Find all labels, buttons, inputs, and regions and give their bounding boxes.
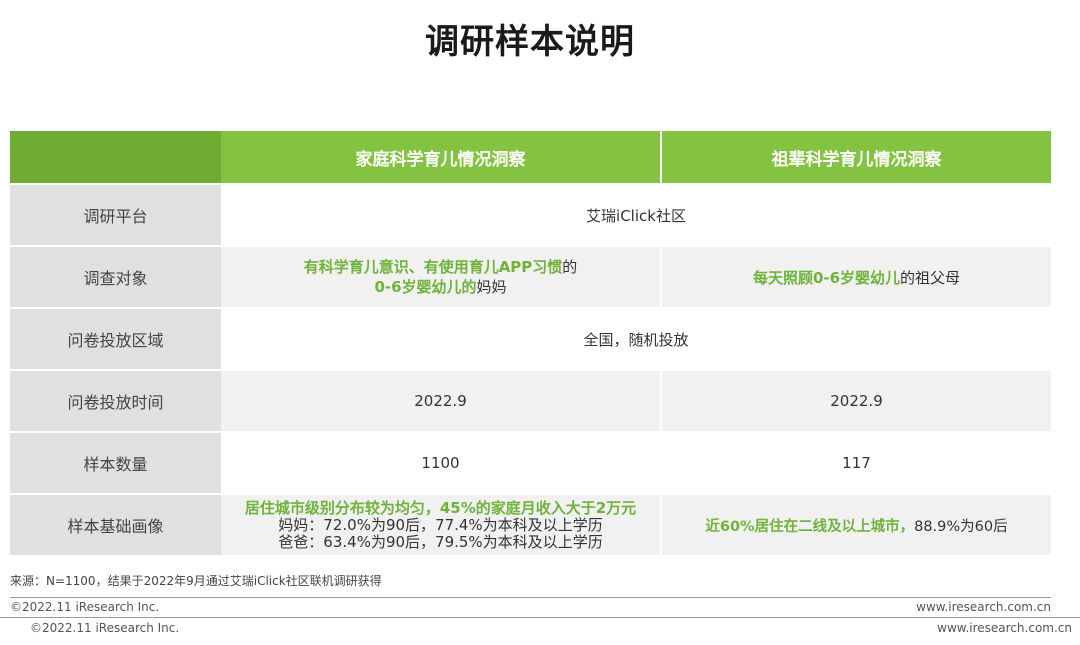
time-grandparent-value: 2022.9 [660, 369, 1051, 432]
footer-divider-top [10, 597, 1051, 598]
target-family-cell: 有科学育儿意识、有使用育儿APP习惯的 0-6岁婴幼儿的妈妈 [221, 245, 661, 308]
profile-family-line3: 爸爸：63.4%为90后，79.5%为本科及以上学历 [278, 532, 603, 551]
table-row: 调研平台 艾瑞iClick社区 [10, 183, 1051, 246]
row-label-time: 问卷投放时间 [10, 369, 221, 432]
page-title: 调研样本说明 [425, 22, 635, 62]
header-grandparent: 祖辈科学育儿情况洞察 [660, 131, 1051, 184]
profile-family-line2: 妈妈：72.0%为90后，77.4%为本科及以上学历 [278, 515, 603, 534]
row-label-count: 样本数量 [10, 431, 221, 494]
profile-family-line1: 居住城市级别分布较为均匀，45%的家庭月收入大于2万元 [244, 498, 637, 517]
row-label-target: 调查对象 [10, 245, 221, 308]
profile-grandparent-highlight: 近60%居住在二线及以上城市， [705, 518, 915, 535]
footer-copyright: ©2022.11 iResearch Inc. [10, 600, 160, 614]
target-family-line2-plain: 妈妈 [476, 278, 507, 296]
table-row: 问卷投放时间 2022.9 2022.9 [10, 369, 1051, 432]
target-family-line2-highlight: 0-6岁婴幼儿的 [374, 278, 477, 296]
sample-table: 家庭科学育儿情况洞察 祖辈科学育儿情况洞察 调研平台 艾瑞iClick社区 调查… [10, 131, 1051, 555]
footer-website: www.iresearch.com.cn [916, 600, 1051, 614]
footer-divider-bottom [0, 617, 1080, 618]
target-grandparent-cell: 每天照顾0-6岁婴幼儿的祖父母 [660, 245, 1051, 308]
footer-website-secondary: www.iresearch.com.cn [937, 621, 1072, 635]
table-row: 调查对象 有科学育儿意识、有使用育儿APP习惯的 0-6岁婴幼儿的妈妈 每天照顾… [10, 245, 1051, 308]
header-empty-cell [10, 131, 221, 184]
platform-value: 艾瑞iClick社区 [221, 183, 1051, 246]
count-family-value: 1100 [221, 431, 661, 494]
table-row: 样本数量 1100 117 [10, 431, 1051, 494]
target-family-line1-highlight: 有科学育儿意识、有使用育儿APP习惯 [303, 258, 563, 276]
header-family: 家庭科学育儿情况洞察 [221, 131, 661, 184]
source-note: 来源：N=1100，结果于2022年9月通过艾瑞iClick社区联机调研获得 [10, 574, 382, 588]
target-family-line1-plain: 的 [562, 258, 578, 276]
count-grandparent-value: 117 [660, 431, 1051, 494]
profile-family-cell: 居住城市级别分布较为均匀，45%的家庭月收入大于2万元 妈妈：72.0%为90后… [221, 493, 661, 555]
row-label-region: 问卷投放区域 [10, 307, 221, 370]
table-header-row: 家庭科学育儿情况洞察 祖辈科学育儿情况洞察 [10, 131, 1051, 184]
row-label-platform: 调研平台 [10, 183, 221, 246]
table-row: 样本基础画像 居住城市级别分布较为均匀，45%的家庭月收入大于2万元 妈妈：72… [10, 493, 1051, 555]
profile-grandparent-cell: 近60%居住在二线及以上城市，88.9%为60后 [660, 493, 1051, 555]
footer-copyright-secondary: ©2022.11 iResearch Inc. [30, 621, 180, 635]
target-grandparent-plain: 的祖父母 [900, 268, 961, 287]
region-value: 全国，随机投放 [221, 307, 1051, 370]
profile-grandparent-plain: 88.9%为60后 [914, 518, 1008, 535]
target-grandparent-highlight: 每天照顾0-6岁婴幼儿 [752, 268, 901, 287]
time-family-value: 2022.9 [221, 369, 661, 432]
row-label-profile: 样本基础画像 [10, 493, 221, 555]
table-row: 问卷投放区域 全国，随机投放 [10, 307, 1051, 370]
